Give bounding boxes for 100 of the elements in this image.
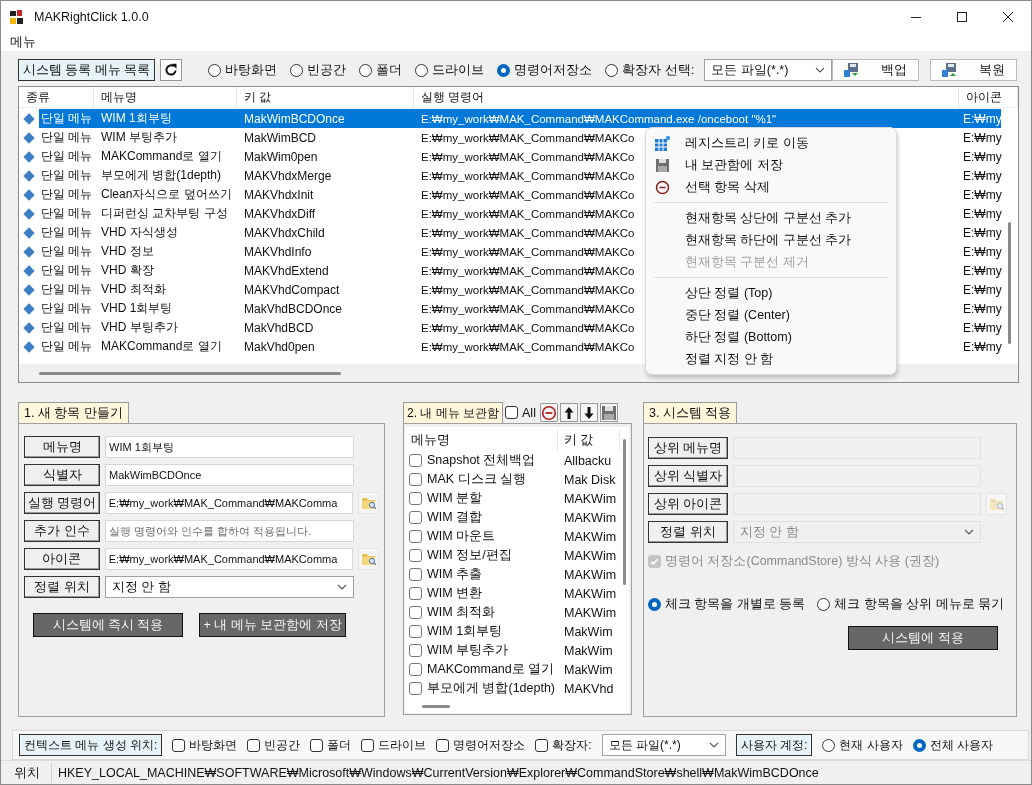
menu-item[interactable]: 중단 정렬 (Center) bbox=[646, 304, 896, 326]
radio-label[interactable]: 현재 사용자 bbox=[839, 736, 903, 754]
menu-item[interactable]: 정렬 지정 안 함 bbox=[646, 348, 896, 370]
checkbox[interactable] bbox=[409, 492, 422, 505]
menu-item[interactable]: 현재항목 상단에 구분선 추가 bbox=[646, 207, 896, 229]
restore-button[interactable]: 복원 bbox=[930, 59, 1017, 81]
checkbox-label[interactable]: 명령어저장소 bbox=[453, 736, 526, 754]
radio-label[interactable]: 명령어저장소 bbox=[514, 61, 593, 79]
list-item[interactable]: 부모에게 병합(1depth) bbox=[427, 680, 556, 697]
radio-button[interactable] bbox=[415, 63, 429, 77]
text-field[interactable]: MakWimBCDOnce bbox=[105, 464, 354, 486]
field-label-button[interactable]: 실행 명령어 bbox=[24, 492, 100, 514]
list-item[interactable]: MAK 디스크 실행 bbox=[427, 471, 527, 488]
column-header[interactable]: 실행 명령어 bbox=[414, 87, 959, 107]
menu-item[interactable]: 상단 정렬 (Top) bbox=[646, 282, 896, 304]
list-item[interactable]: WIM 분할 bbox=[427, 490, 483, 507]
field-label-button[interactable]: 추가 인수 bbox=[24, 520, 100, 542]
checkbox[interactable] bbox=[436, 738, 450, 752]
extension-dropdown[interactable]: 모든 파일(*.*) bbox=[704, 59, 832, 81]
checkbox-label[interactable]: 바탕화면 bbox=[189, 736, 238, 754]
radio-button[interactable] bbox=[648, 598, 661, 611]
browse-button[interactable] bbox=[358, 548, 379, 570]
column-header[interactable]: 키 값 bbox=[558, 430, 620, 450]
radio-label[interactable]: 전체 사용자 bbox=[929, 736, 994, 754]
radio-button[interactable] bbox=[359, 63, 373, 77]
browse-button[interactable] bbox=[358, 492, 379, 514]
extension-dropdown[interactable]: 모든 파일(*.*) bbox=[601, 734, 726, 756]
refresh-button[interactable] bbox=[160, 59, 183, 81]
field-label-button[interactable]: 메뉴명 bbox=[24, 436, 100, 458]
field-label-button[interactable]: 정렬 위치 bbox=[24, 576, 100, 598]
checkbox-label[interactable]: 드라이브 bbox=[378, 736, 427, 754]
list-item[interactable]: WIM 최적화 bbox=[427, 604, 496, 621]
checkbox-label[interactable]: 확장자: bbox=[552, 736, 592, 754]
scrollbar-thumb[interactable] bbox=[1008, 222, 1011, 344]
list-item[interactable]: Snapshot 전체백업 bbox=[427, 452, 536, 469]
menu-item[interactable]: 내 보관함에 저장 bbox=[646, 154, 896, 176]
checkbox[interactable] bbox=[409, 587, 422, 600]
checkbox[interactable] bbox=[172, 738, 186, 752]
dropdown[interactable]: 지정 안 함 bbox=[105, 576, 354, 598]
radio-label[interactable]: 드라이브 bbox=[432, 61, 485, 79]
column-header[interactable]: 아이콘 bbox=[959, 87, 1018, 107]
backup-button[interactable]: 백업 bbox=[831, 59, 920, 81]
checkbox[interactable] bbox=[505, 406, 518, 419]
radio-button[interactable] bbox=[605, 63, 619, 77]
checkbox[interactable] bbox=[361, 738, 375, 752]
radio-button[interactable] bbox=[822, 738, 836, 752]
checkbox-label[interactable]: All bbox=[522, 405, 536, 420]
radio-button[interactable] bbox=[817, 598, 831, 611]
radio-button[interactable] bbox=[290, 63, 304, 77]
field-label-button[interactable]: 아이콘 bbox=[24, 548, 100, 570]
checkbox[interactable] bbox=[409, 473, 422, 486]
checkbox[interactable] bbox=[409, 644, 422, 657]
radio-label[interactable]: 폴더 bbox=[376, 61, 403, 79]
text-field[interactable]: E:₩my_work₩MAK_Command₩MAKComma bbox=[104, 548, 353, 570]
apply-now-button[interactable]: 시스템에 즉시 적용 bbox=[33, 613, 183, 637]
radio-label[interactable]: 빈공간 bbox=[307, 61, 347, 79]
menu-item[interactable]: 하단 정렬 (Bottom) bbox=[646, 326, 896, 348]
radio-label[interactable]: 확장자 선택: bbox=[622, 61, 695, 79]
checkbox[interactable] bbox=[409, 454, 422, 467]
checkbox[interactable] bbox=[409, 549, 422, 562]
list-item[interactable]: WIM 정보/편집 bbox=[427, 547, 512, 564]
checkbox[interactable] bbox=[409, 568, 422, 581]
text-field[interactable]: E:₩my_work₩MAK_Command₩MAKComma bbox=[104, 492, 353, 514]
column-header[interactable]: 종류 bbox=[19, 87, 94, 107]
radio-button[interactable] bbox=[912, 738, 926, 752]
checkbox[interactable] bbox=[409, 606, 422, 619]
move-down-button[interactable] bbox=[579, 403, 598, 422]
field-label-button[interactable]: 식별자 bbox=[24, 464, 100, 486]
checkbox[interactable] bbox=[409, 511, 422, 524]
text-field[interactable]: WIM 1회부팅 bbox=[105, 436, 354, 458]
radio-label[interactable]: 체크 항목을 개별로 등록 bbox=[665, 596, 806, 613]
radio-label[interactable]: 체크 항목을 상위 메뉴로 묶기 bbox=[834, 596, 1005, 613]
checkbox[interactable] bbox=[310, 738, 324, 752]
list-item[interactable]: WIM 부팅추가 bbox=[427, 642, 509, 659]
delete-button[interactable] bbox=[539, 403, 558, 422]
list-item[interactable]: MAKCommand로 열기 bbox=[427, 661, 555, 678]
column-header[interactable]: 키 값 bbox=[237, 87, 414, 107]
checkbox[interactable] bbox=[409, 663, 422, 676]
radio-button[interactable] bbox=[208, 63, 222, 77]
checkbox[interactable] bbox=[409, 682, 422, 695]
column-header[interactable]: 메뉴명 bbox=[405, 430, 558, 450]
apply-button[interactable]: 시스템에 적용 bbox=[848, 626, 998, 650]
column-header[interactable]: 메뉴명 bbox=[94, 87, 237, 107]
checkbox[interactable] bbox=[535, 738, 549, 752]
menu-item[interactable]: 레지스트리 키로 이동 bbox=[646, 132, 896, 154]
radio-button[interactable] bbox=[497, 63, 511, 77]
list-item[interactable]: WIM 마운트 bbox=[427, 528, 496, 545]
move-up-button[interactable] bbox=[559, 403, 578, 422]
radio-label[interactable]: 바탕화면 bbox=[225, 61, 278, 79]
text-field[interactable]: 실행 명령어와 인수를 합하여 적용됩니다. bbox=[105, 520, 354, 542]
menu-item[interactable]: 현재항목 하단에 구분선 추가 bbox=[646, 229, 896, 251]
checkbox[interactable] bbox=[247, 738, 261, 752]
save-to-store-button[interactable]: + 내 메뉴 보관함에 저장 bbox=[199, 613, 346, 637]
scrollbar-thumb[interactable] bbox=[422, 705, 450, 708]
checkbox[interactable] bbox=[409, 530, 422, 543]
list-item[interactable]: WIM 결합 bbox=[427, 509, 483, 526]
save-button[interactable] bbox=[599, 403, 618, 422]
list-item[interactable]: WIM 변환 bbox=[427, 585, 483, 602]
checkbox[interactable] bbox=[409, 625, 422, 638]
list-item[interactable]: WIM 1회부팅 bbox=[427, 623, 503, 640]
